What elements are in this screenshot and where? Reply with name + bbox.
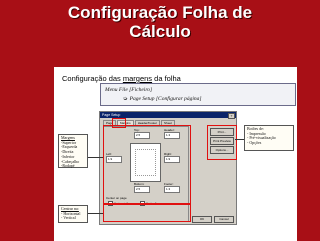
margin-fields-highlight: [103, 125, 191, 205]
dialog-title: Page Setup: [102, 113, 121, 117]
centrar-connector: [86, 213, 103, 214]
arrow-icon: ➭: [123, 96, 128, 102]
botoes-connector: [235, 139, 244, 140]
margens-note: Margens -Superior -Esquerda -Direita -In…: [58, 134, 88, 168]
heading-keyword: margens: [122, 74, 153, 83]
menu-path-line2-text: Page Setup [Configurar página]: [129, 96, 202, 102]
center-on-page-highlight: [103, 203, 191, 222]
slide-title-line2: Cálculo: [129, 22, 191, 41]
buttons-highlight: [207, 125, 237, 160]
list-item: - Opções: [247, 140, 262, 146]
menu-path-line1: Menu File [Ficheiro]: [105, 87, 153, 93]
heading-suffix: da folha: [152, 74, 181, 83]
panel-heading: Configuração das margens da folha: [62, 74, 181, 83]
centrar-note-list: - Horizontal - Vertical: [61, 211, 85, 221]
ok-button[interactable]: OK: [192, 216, 212, 223]
slide-title: Configuração Folha de Cálculo: [0, 3, 320, 41]
botoes-note-list: - Impressão - Pré-visualização - Opções: [247, 131, 291, 146]
menu-path-line2: ➭ Page Setup [Configurar página]: [123, 96, 202, 102]
content-panel: Configuração das margens da folha Menu F…: [54, 67, 297, 241]
margens-connector: [86, 157, 103, 158]
list-item: - Vertical: [61, 215, 76, 221]
botoes-note: Botões de: - Impressão - Pré-visualizaçã…: [244, 125, 294, 151]
cancel-button[interactable]: Cancel: [214, 216, 234, 223]
slide-title-line1: Configuração Folha de: [67, 3, 253, 22]
margens-note-list: -Superior -Esquerda -Direita -Inferior -…: [61, 140, 85, 169]
list-item: -Rodapé: [61, 163, 75, 169]
help-icon[interactable]: ?: [228, 113, 235, 119]
centrar-note: Centrar na: - Horizontal - Vertical: [58, 205, 88, 223]
menu-path-box: Menu File [Ficheiro] ➭ Page Setup [Config…: [100, 83, 296, 106]
heading-prefix: Configuração das: [62, 74, 123, 83]
